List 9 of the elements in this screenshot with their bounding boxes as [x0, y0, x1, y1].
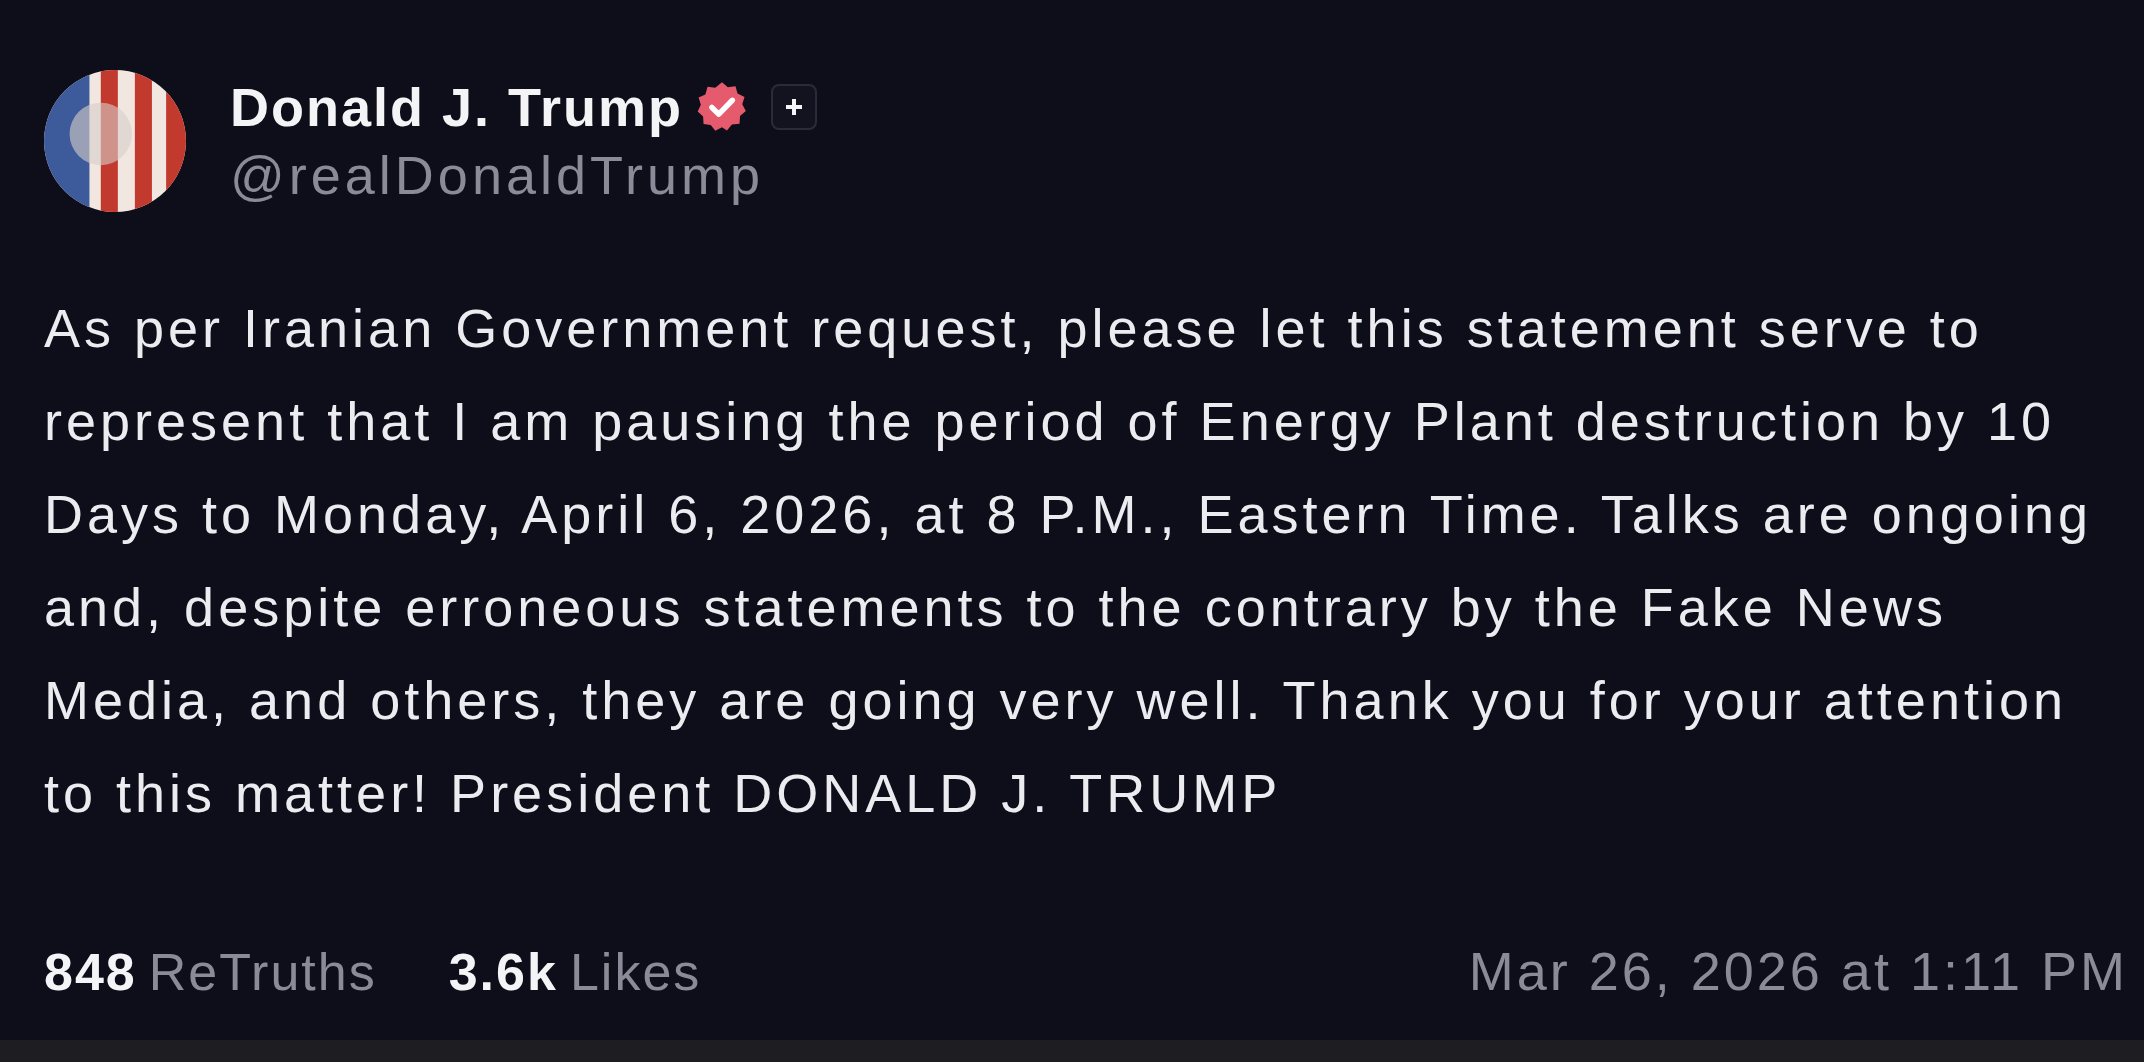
stat-count: 848: [44, 942, 137, 1002]
post-text: As per Iranian Government request, please let this statement serve to represent that I am pausing the period of Energy Plant destruction by 10 Days to Monday, April 6, 2026, at 8 P.M., Eastern Time. Talks are ongoing and, despite erroneous statements to the contrary by the Fake News Media, and others, they are going very well. Thank you for your attention to this matter! President DONALD J. TRUMP: [44, 297, 2093, 825]
stat-label[interactable]: ReTruths: [148, 942, 377, 1002]
follow-button[interactable]: [771, 84, 818, 130]
post-timestamp: Mar 26, 2026 at 1:11 PM: [1468, 940, 2128, 1002]
stat-label[interactable]: Likes: [569, 942, 702, 1002]
stat-count: 3.6k: [448, 942, 558, 1002]
author-handle[interactable]: @realDonaldTrump: [230, 144, 818, 206]
author-name[interactable]: Donald J. Trump: [230, 76, 684, 138]
